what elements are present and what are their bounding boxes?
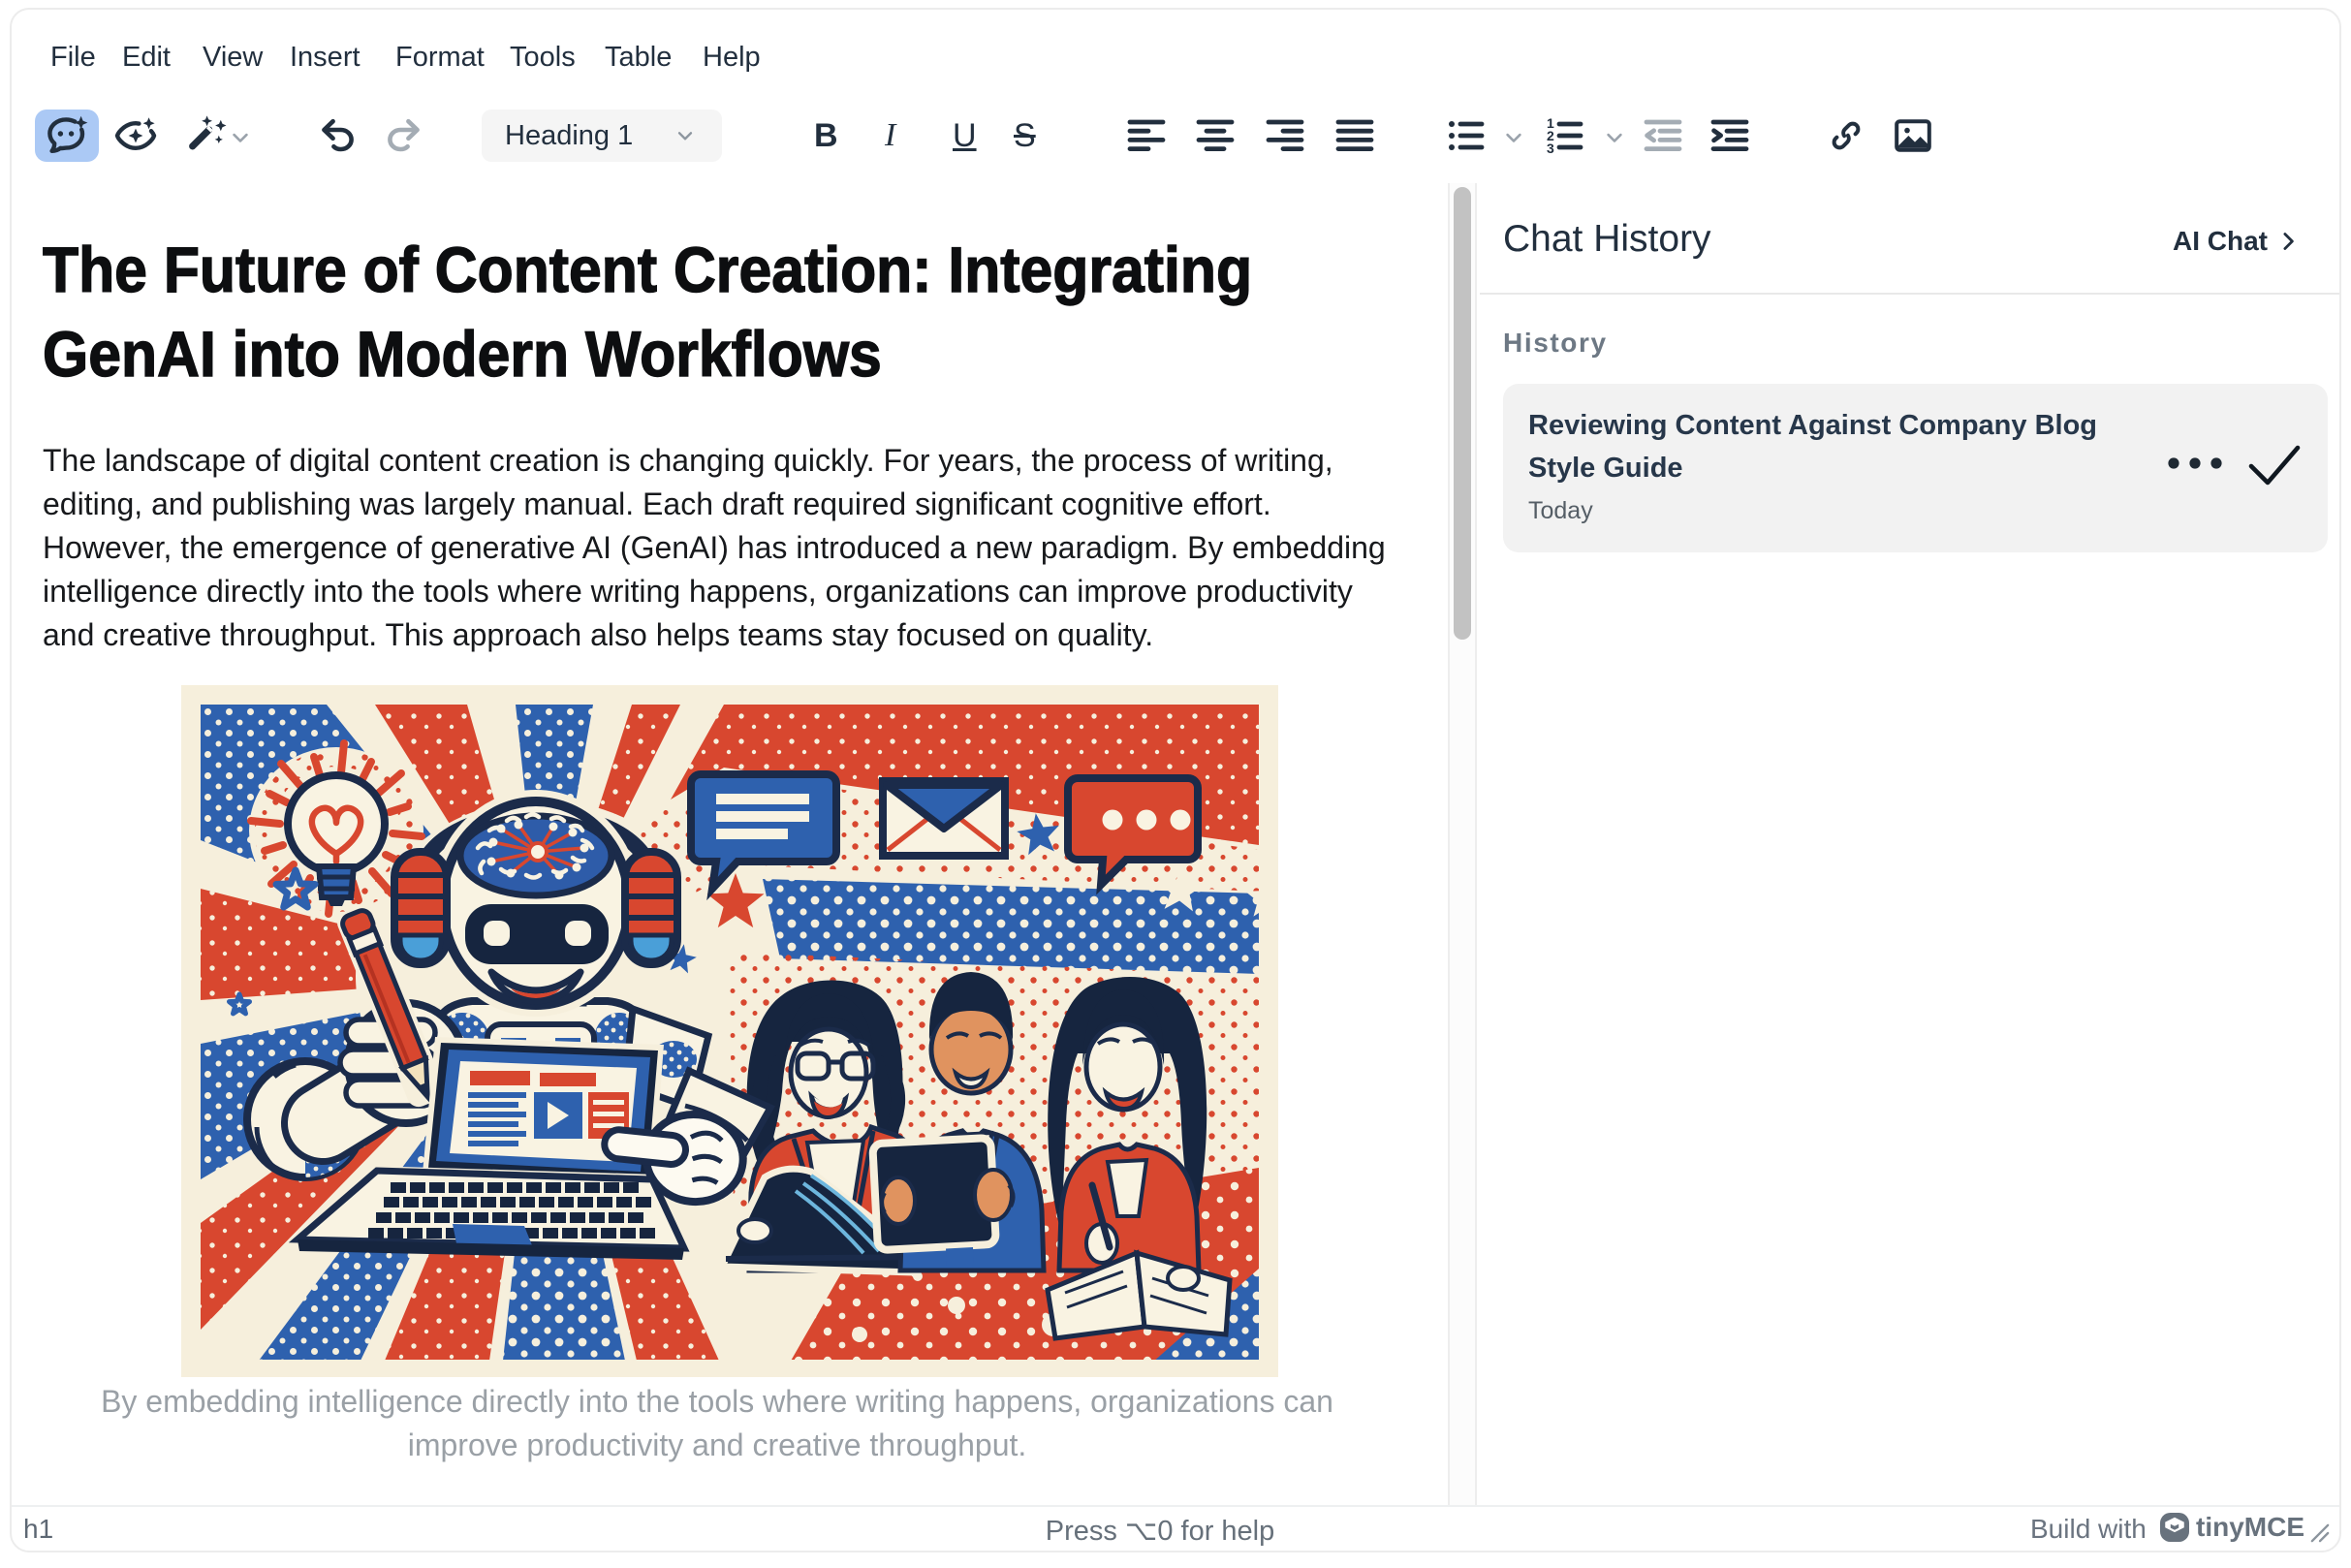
svg-text:3: 3 (1547, 141, 1554, 156)
